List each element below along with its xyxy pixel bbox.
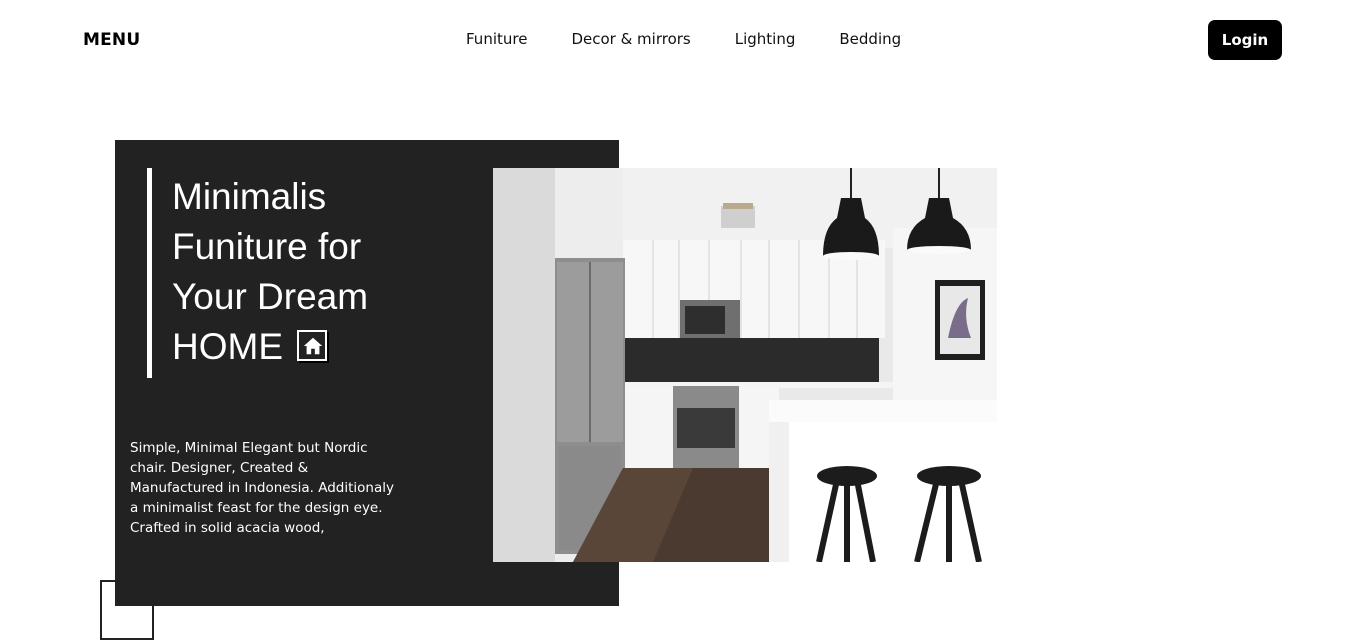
title-accent-bar	[147, 168, 152, 378]
hero-title-line: Your Dream	[172, 276, 369, 317]
decorative-frame	[100, 580, 154, 640]
hero-title-line: Funiture for	[172, 226, 362, 267]
hero-title: Minimalis Funiture for Your Dream HOME	[172, 172, 472, 372]
nav-link-lighting[interactable]: Lighting	[735, 30, 796, 48]
menu-button[interactable]: MENU	[83, 30, 140, 50]
hero-title-line: Minimalis	[172, 176, 327, 217]
kitchen-photo	[493, 168, 997, 562]
nav-link-bedding[interactable]: Bedding	[839, 30, 901, 48]
nav-link-funiture[interactable]: Funiture	[466, 30, 527, 48]
nav-link-decor-mirrors[interactable]: Decor & mirrors	[571, 30, 690, 48]
hero-description: Simple, Minimal Elegant but Nordic chair…	[130, 440, 394, 536]
hero-title-line-home: HOME	[172, 322, 472, 372]
main-nav: Funiture Decor & mirrors Lighting Beddin…	[466, 30, 945, 48]
hero-title-home-word: HOME	[172, 326, 283, 367]
login-button[interactable]: Login	[1208, 20, 1282, 60]
home-icon	[297, 330, 329, 363]
